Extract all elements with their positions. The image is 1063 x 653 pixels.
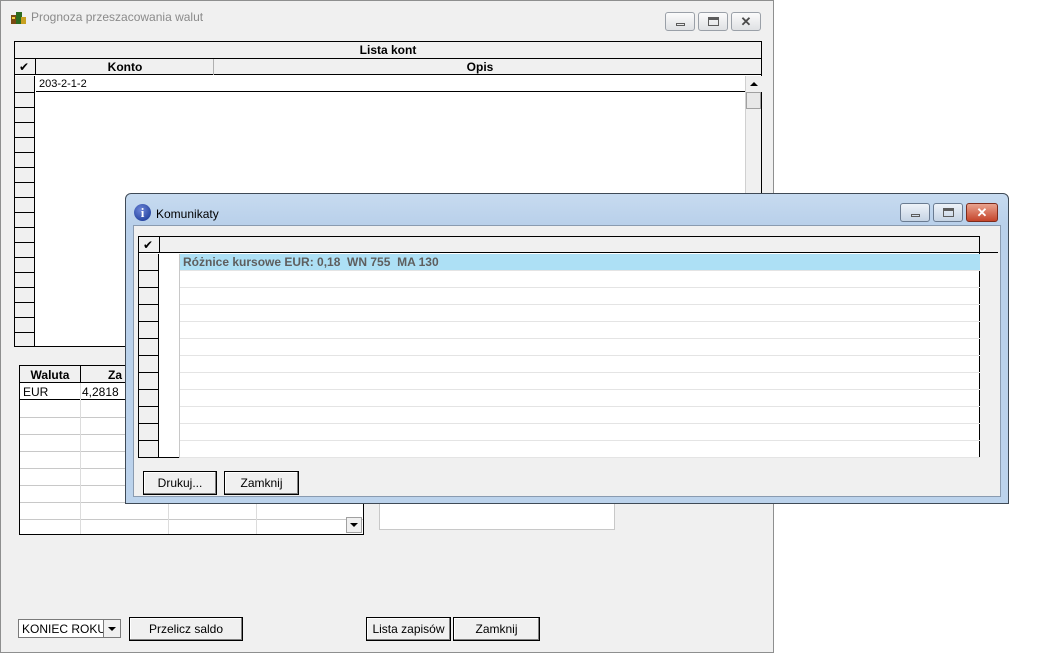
grid-row-line (139, 457, 159, 458)
list-item[interactable]: Różnice kursowe EUR: 0,18 WN 755 MA 130 (180, 254, 980, 270)
grid-row-line (139, 406, 159, 407)
grid-row-line (15, 167, 35, 168)
grid-row-line (15, 182, 35, 183)
maximize-button[interactable] (698, 12, 728, 31)
dialog-title-bar[interactable]: i Komunikaty ✕ (126, 194, 1008, 228)
scroll-thumb[interactable] (746, 92, 761, 109)
maximize-icon (707, 17, 719, 26)
grid-row-line (180, 270, 980, 271)
column-header-waluta[interactable]: Waluta (20, 368, 80, 382)
grid-row-line (139, 440, 159, 441)
grid-row-line (15, 272, 35, 273)
grid-row-line (180, 389, 980, 390)
grid-row-line (139, 287, 159, 288)
grid-row-line (15, 137, 35, 138)
grid-row-line (180, 423, 980, 424)
messages-dialog: i Komunikaty ✕ ✔ Różnice kursowe EUR: 0,… (125, 193, 1009, 504)
grid-row-line (180, 372, 980, 373)
grid-row-line (15, 242, 35, 243)
print-button[interactable]: Drukuj... (143, 471, 217, 495)
grid-row-line (139, 372, 159, 373)
period-select-value: KONIEC ROKU (22, 622, 107, 636)
column-header-konto[interactable]: Konto (36, 60, 214, 74)
cell-konto: 203-2-1-2 (39, 78, 87, 90)
messages-grid[interactable]: ✔ Różnice kursowe EUR: 0,18 WN 755 MA 13… (138, 236, 998, 458)
column-header-opis[interactable]: Opis (214, 60, 746, 74)
list-entries-label: Lista zapisów (372, 622, 445, 636)
chevron-down-icon[interactable] (103, 620, 120, 637)
grid-row-line (15, 212, 35, 213)
scroll-up-arrow-icon[interactable] (746, 76, 762, 92)
grid-row-line (139, 270, 159, 271)
grid-row-line (139, 389, 159, 390)
dialog-title: Komunikaty (156, 207, 219, 221)
dialog-maximize-button[interactable] (933, 203, 963, 222)
cell-rate: 4,2818 (82, 385, 119, 399)
minimize-icon (910, 214, 920, 217)
accounts-grid-caption: Lista kont (15, 42, 761, 59)
list-entries-button[interactable]: Lista zapisów (366, 617, 451, 641)
grid-row-line (15, 287, 35, 288)
check-icon[interactable]: ✔ (143, 238, 153, 252)
grid-row-line (15, 317, 35, 318)
print-label: Drukuj... (157, 476, 203, 490)
dialog-close-text-button[interactable]: Zamknij (224, 471, 299, 495)
main-window-title: Prognoza przeszacowania walut (31, 10, 204, 24)
grid-row-line (180, 406, 980, 407)
grid-row-line (15, 197, 35, 198)
close-main-label: Zamknij (475, 622, 518, 636)
app-icon (11, 12, 26, 24)
grid-row-line (180, 355, 980, 356)
table-row[interactable]: 203-2-1-2 (36, 77, 746, 92)
cell-waluta: EUR (23, 385, 49, 399)
grid-row-line (180, 440, 980, 441)
dialog-close-label: Zamknij (240, 476, 283, 490)
check-icon[interactable]: ✔ (19, 60, 29, 74)
grid-row-line (180, 304, 980, 305)
grid-row-line (180, 338, 980, 339)
message-text: Różnice kursowe EUR: 0,18 WN 755 MA 130 (183, 255, 439, 269)
grid-row-line (15, 332, 35, 333)
grid-row-line (139, 355, 159, 356)
grid-row-line (15, 227, 35, 228)
recalc-balance-label: Przelicz saldo (148, 622, 224, 636)
grid-row-line (15, 92, 35, 93)
minimize-button[interactable] (665, 12, 695, 31)
close-main-button[interactable]: Zamknij (453, 617, 540, 641)
grid-row-line (15, 302, 35, 303)
grid-row-line (139, 338, 159, 339)
close-icon: ✕ (976, 205, 988, 220)
grid-row-line (180, 287, 980, 288)
dialog-close-button[interactable]: ✕ (966, 203, 998, 222)
grid-row-line (15, 122, 35, 123)
grid-row-line (180, 321, 980, 322)
close-window-button[interactable]: ✕ (731, 12, 761, 31)
dropdown-arrow-icon[interactable] (346, 517, 362, 533)
grid-row-line (180, 457, 980, 458)
grid-row-line (139, 304, 159, 305)
recalc-balance-button[interactable]: Przelicz saldo (129, 617, 243, 641)
info-icon: i (134, 204, 151, 221)
grid-row-line (139, 321, 159, 322)
maximize-icon (942, 208, 954, 217)
grid-row-line (20, 519, 363, 520)
header-strip (980, 237, 998, 253)
main-title-bar[interactable]: Prognoza przeszacowania walut ✕ (1, 1, 773, 32)
minimize-icon (675, 23, 685, 26)
grid-row-line (15, 152, 35, 153)
dialog-client: ✔ Różnice kursowe EUR: 0,18 WN 755 MA 13… (133, 225, 1001, 497)
close-icon: ✕ (740, 14, 752, 29)
period-select[interactable]: KONIEC ROKU (18, 619, 121, 638)
dialog-minimize-button[interactable] (900, 203, 930, 222)
grid-row-line (139, 423, 159, 424)
grid-row-line (15, 257, 35, 258)
grid-row-line (15, 107, 35, 108)
